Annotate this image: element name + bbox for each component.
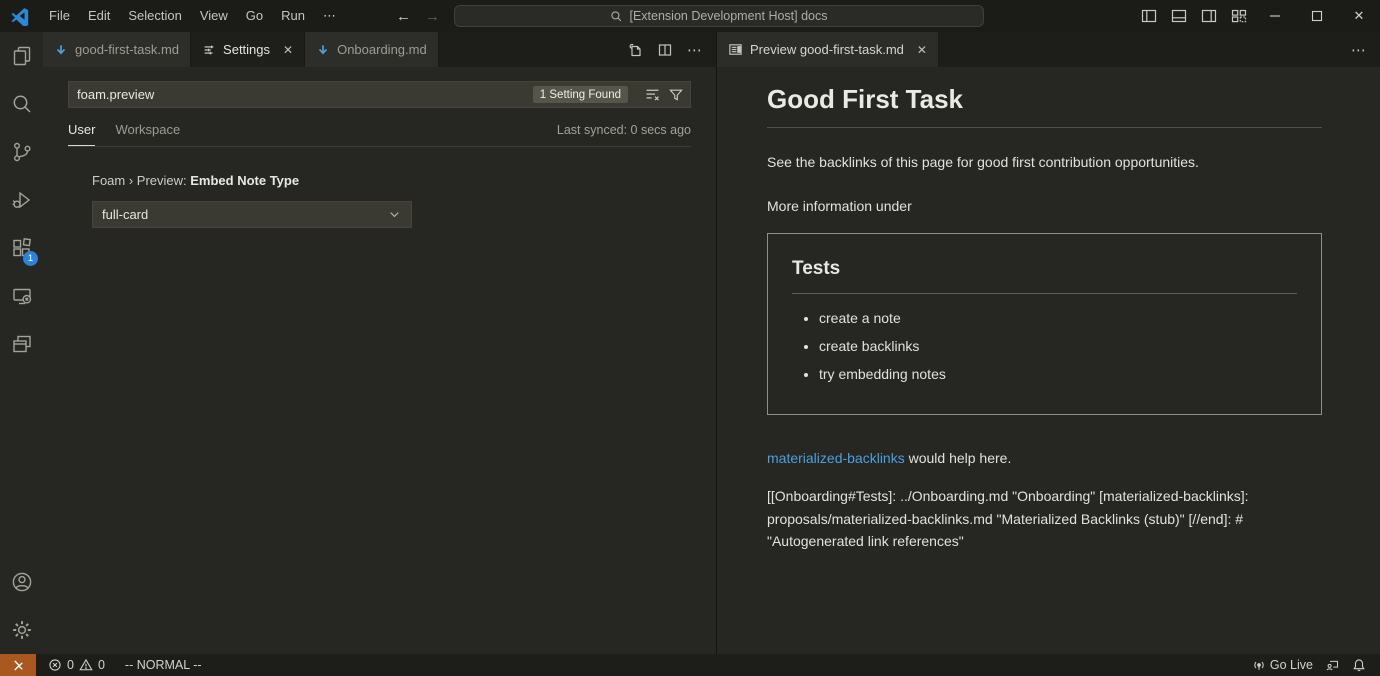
nav-back-icon[interactable]: ← [396, 8, 411, 25]
tab-label: good-first-task.md [75, 42, 179, 57]
broadcast-icon [1252, 658, 1266, 672]
remote-indicator[interactable] [0, 654, 36, 676]
customize-layout-icon[interactable] [1224, 0, 1254, 32]
activity-bar: 1 [0, 32, 43, 654]
feedback-icon[interactable] [1319, 654, 1346, 676]
open-settings-json-icon[interactable] [627, 42, 643, 58]
menu-go[interactable]: Go [237, 0, 272, 32]
source-control-icon[interactable] [0, 128, 43, 176]
command-center-label: [Extension Development Host] docs [629, 9, 827, 23]
chevron-down-icon [387, 207, 402, 222]
menu-edit[interactable]: Edit [79, 0, 119, 32]
menu-file[interactable]: File [40, 0, 79, 32]
tab-close-icon[interactable]: ✕ [283, 43, 293, 57]
markdown-file-icon [316, 43, 330, 57]
warnings-icon [79, 658, 93, 672]
tab-label: Settings [223, 42, 270, 57]
backlink-paragraph-tail: would help here. [905, 450, 1012, 466]
embed-card-list: create a note create backlinks try embed… [792, 308, 1297, 385]
settings-gear-icon[interactable] [0, 606, 43, 654]
scope-tab-workspace[interactable]: Workspace [115, 113, 180, 146]
tab-onboarding[interactable]: Onboarding.md [305, 32, 439, 67]
accounts-icon[interactable] [0, 558, 43, 606]
nav-forward-icon[interactable]: → [425, 8, 440, 25]
embed-note-type-select[interactable]: full-card [92, 201, 412, 228]
vscode-logo-icon [10, 6, 30, 26]
extensions-icon[interactable]: 1 [0, 224, 43, 272]
editor-more-actions-icon[interactable]: ⋯ [1351, 41, 1367, 59]
menu-selection[interactable]: Selection [119, 0, 190, 32]
list-item: create a note [819, 308, 1297, 329]
toggle-sidebar-icon[interactable] [1134, 0, 1164, 32]
remote-icon [11, 658, 26, 673]
setting-name: Embed Note Type [190, 173, 299, 188]
markdown-preview: Good First Task See the backlinks of thi… [717, 67, 1380, 654]
setting-category: Foam › Preview: [92, 173, 190, 188]
editor-group-right: Preview good-first-task.md ✕ ⋯ Good Firs… [717, 32, 1380, 654]
tab-label: Preview good-first-task.md [750, 42, 904, 57]
editor-more-actions-icon[interactable]: ⋯ [687, 41, 703, 59]
menu-run[interactable]: Run [272, 0, 314, 32]
search-icon [610, 10, 623, 23]
tab-close-icon[interactable]: ✕ [917, 43, 927, 57]
editor-group-left: good-first-task.md Settings ✕ Onboarding… [43, 32, 716, 654]
explorer-icon[interactable] [0, 32, 43, 80]
setting-row-embed-note-type: Foam › Preview: Embed Note Type full-car… [92, 173, 691, 228]
preview-more-info: More information under [767, 196, 1322, 216]
warnings-count: 0 [98, 658, 105, 672]
setting-title: Foam › Preview: Embed Note Type [92, 173, 691, 188]
preview-heading: Good First Task [767, 84, 1322, 128]
settings-search-input[interactable]: foam.preview 1 Setting Found [68, 81, 691, 108]
settings-search-value: foam.preview [77, 87, 533, 102]
toggle-secondary-sidebar-icon[interactable] [1194, 0, 1224, 32]
errors-count: 0 [67, 658, 74, 672]
clear-filters-icon[interactable] [644, 86, 661, 103]
backlink-paragraph: materialized-backlinks would help here. [767, 448, 1322, 468]
settings-editor-icon [202, 43, 216, 57]
markdown-preview-icon [728, 42, 743, 57]
tab-bar-left: good-first-task.md Settings ✕ Onboarding… [43, 32, 716, 67]
preview-intro: See the backlinks of this page for good … [767, 152, 1322, 172]
scope-tab-user[interactable]: User [68, 113, 95, 146]
close-window-button[interactable]: ✕ [1338, 0, 1380, 32]
last-synced-label: Last synced: 0 secs ago [557, 123, 691, 137]
maximize-button[interactable] [1296, 0, 1338, 32]
markdown-file-icon [54, 43, 68, 57]
minimize-button[interactable] [1254, 0, 1296, 32]
notifications-bell-icon[interactable] [1346, 654, 1372, 676]
toggle-panel-icon[interactable] [1164, 0, 1194, 32]
list-item: try embedding notes [819, 364, 1297, 385]
editor-layouts-icon[interactable] [0, 320, 43, 368]
tab-bar-right: Preview good-first-task.md ✕ ⋯ [717, 32, 1380, 67]
link-references-paragraph: [[Onboarding#Tests]: ../Onboarding.md "O… [767, 485, 1322, 553]
menu-overflow-icon[interactable]: ⋯ [314, 8, 346, 24]
filter-icon[interactable] [668, 87, 684, 103]
materialized-backlinks-link[interactable]: materialized-backlinks [767, 450, 905, 466]
select-value: full-card [102, 207, 148, 222]
split-editor-icon[interactable] [657, 42, 673, 58]
settings-scope-tabs: User Workspace Last synced: 0 secs ago [68, 113, 691, 147]
vim-mode-indicator[interactable]: -- NORMAL -- [119, 654, 208, 676]
extensions-badge: 1 [23, 251, 38, 266]
embed-card-title: Tests [792, 258, 1297, 294]
problems-status[interactable]: 0 0 [42, 654, 111, 676]
go-live-label: Go Live [1270, 658, 1313, 672]
settings-editor: foam.preview 1 Setting Found User Worksp… [43, 67, 716, 654]
search-sidebar-icon[interactable] [0, 80, 43, 128]
title-bar: File Edit Selection View Go Run ⋯ ← → [E… [0, 0, 1380, 32]
command-center-search[interactable]: [Extension Development Host] docs [454, 5, 984, 27]
tab-settings[interactable]: Settings ✕ [191, 32, 305, 67]
tab-good-first-task[interactable]: good-first-task.md [43, 32, 191, 67]
go-live-button[interactable]: Go Live [1246, 654, 1319, 676]
results-count-badge: 1 Setting Found [533, 86, 628, 103]
tab-preview-good-first-task[interactable]: Preview good-first-task.md ✕ [717, 32, 939, 67]
list-item: create backlinks [819, 336, 1297, 357]
embedded-note-card: Tests create a note create backlinks try… [767, 233, 1322, 415]
tab-label: Onboarding.md [337, 42, 427, 57]
errors-icon [48, 658, 62, 672]
remote-explorer-icon[interactable] [0, 272, 43, 320]
menu-view[interactable]: View [191, 0, 237, 32]
status-bar: 0 0 -- NORMAL -- Go Live [0, 654, 1380, 676]
run-debug-icon[interactable] [0, 176, 43, 224]
